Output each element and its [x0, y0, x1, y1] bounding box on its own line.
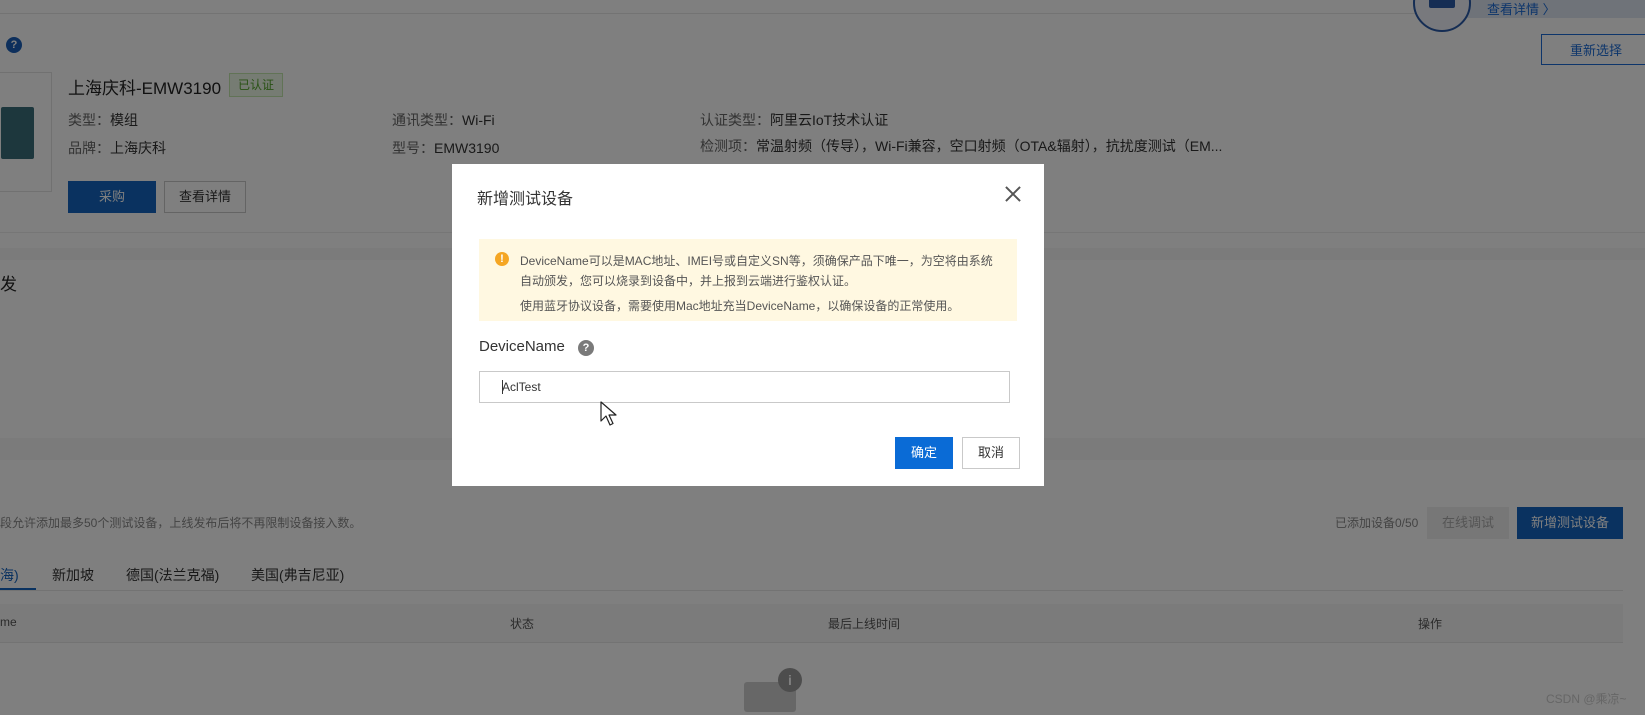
alert-message-bluetooth: 使用蓝牙协议设备，需要使用Mac地址充当DeviceName，以确保设备的正常使…	[520, 299, 960, 313]
close-icon[interactable]	[1003, 184, 1023, 204]
cancel-button[interactable]: 取消	[962, 437, 1020, 469]
mouse-cursor-icon	[600, 401, 617, 426]
devicename-input[interactable]	[479, 371, 1010, 403]
alert-message: DeviceName可以是MAC地址、IMEI号或自定义SN等，须确保产品下唯一…	[520, 254, 993, 288]
devicename-label: DeviceName	[479, 338, 565, 355]
warning-icon: !	[495, 252, 509, 266]
dialog-title: 新增测试设备	[477, 191, 574, 208]
text-caret	[502, 380, 503, 394]
confirm-button[interactable]: 确定	[895, 437, 953, 469]
add-test-device-dialog: 新增测试设备 ! DeviceName可以是MAC地址、IMEI号或自定义SN等…	[452, 164, 1044, 486]
help-icon[interactable]: ?	[578, 340, 594, 356]
info-alert: ! DeviceName可以是MAC地址、IMEI号或自定义SN等，须确保产品下…	[479, 239, 1017, 321]
watermark: CSDN @乘凉~	[1546, 692, 1627, 706]
